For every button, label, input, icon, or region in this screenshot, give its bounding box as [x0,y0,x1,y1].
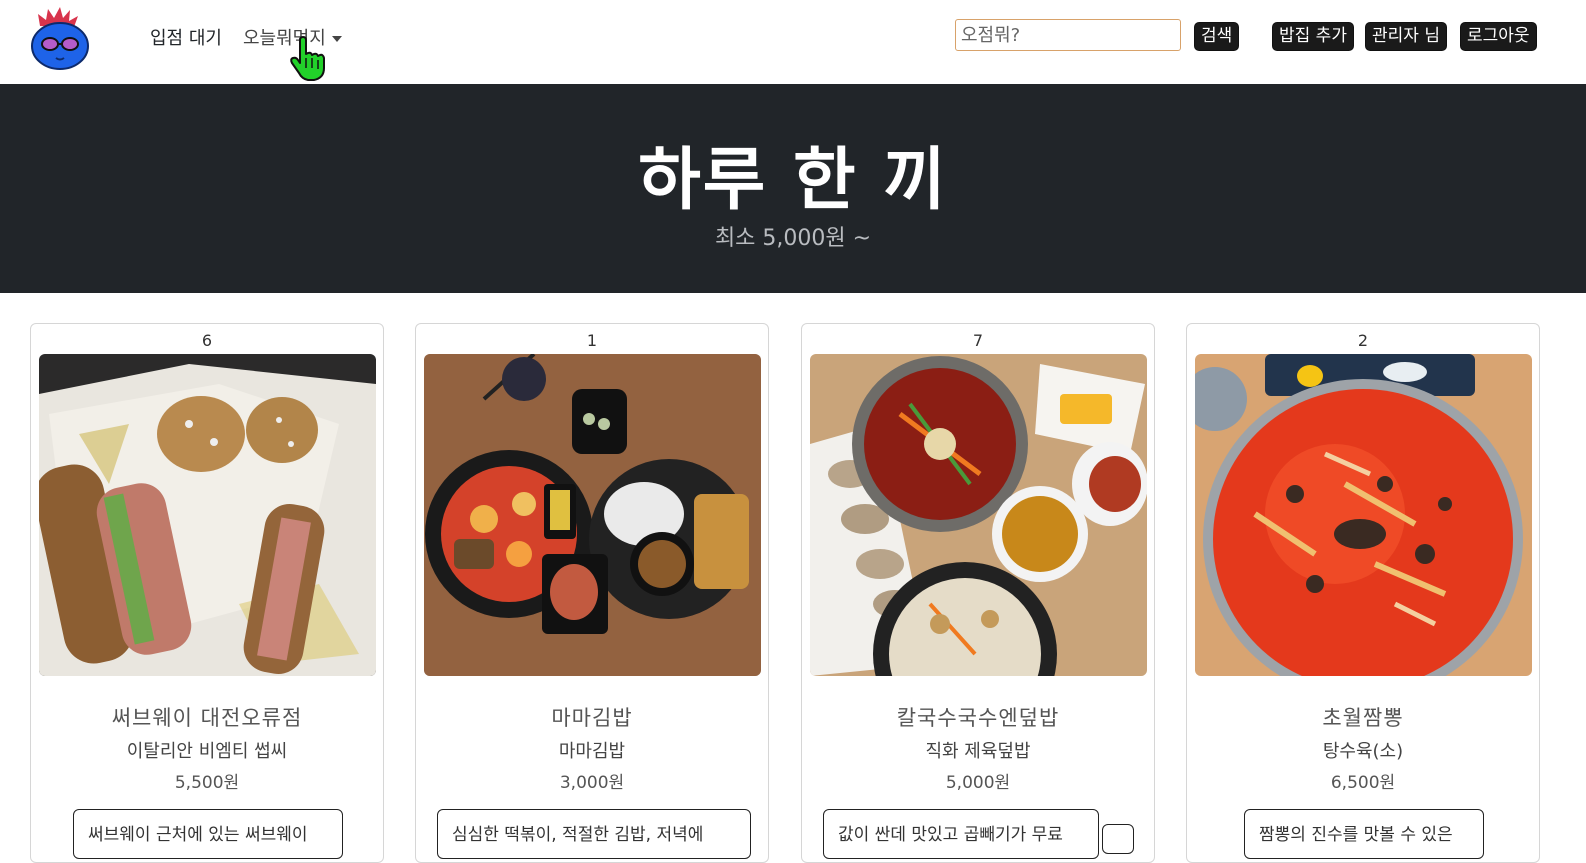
caret-down-icon [331,36,342,42]
card-rank: 1 [586,331,598,350]
menu-price: 6,500원 [1330,773,1396,793]
admin-button[interactable]: 관리자 님 [1365,22,1447,51]
food-photo-jjamppong[interactable] [1195,354,1532,676]
review-button[interactable]: 써브웨이 근처에 있는 써브웨이 [73,809,343,859]
card-rank: 2 [1357,331,1369,350]
card-rank: 6 [201,331,213,350]
menu-price: 5,500원 [174,773,240,793]
card-rank: 7 [972,331,984,350]
logout-button[interactable]: 로그아웃 [1460,22,1537,51]
food-photo-bunsik[interactable] [424,354,761,676]
menu-price: 5,000원 [945,773,1011,793]
restaurant-name: 칼국수국수엔덮밥 [896,706,1060,730]
review-button[interactable]: 짬뽕의 진수를 맛볼 수 있은 [1244,809,1484,859]
logo-mascot-icon[interactable] [28,6,92,70]
menu-name: 마마김밥 [558,741,626,762]
hero-banner: 하루 한 끼 최소 5,000원 ~ [0,84,1586,293]
restaurant-card[interactable]: 2 초월짬뽕 탕수육(소) 6,500원 짬뽕의 진수를 맛볼 수 있은 [1186,323,1540,863]
restaurant-name: 마마김밥 [551,706,633,730]
hero-title: 하루 한 끼 [638,141,948,220]
search-button[interactable]: 검색 [1194,22,1240,51]
menu-price: 3,000원 [559,773,625,793]
menu-name: 직화 제육덮밥 [925,741,1031,762]
restaurant-name: 써브웨이 대전오류점 [111,706,303,730]
review-button[interactable]: 값이 싼데 맛있고 곱빼기가 무료 [823,809,1099,859]
restaurant-card[interactable]: 6 써브웨이 대전오류점 이탈리안 비엠티 썹씨 5,500원 써브웨이 근처에… [30,323,384,863]
review-button[interactable]: 심심한 떡볶이, 적절한 김밥, 저녁에 [437,809,751,859]
restaurant-name: 초월짬뽕 [1322,706,1404,730]
search-input[interactable] [955,19,1181,51]
nav-link-pending[interactable]: 입점 대기 [150,24,222,50]
more-button[interactable] [1102,824,1134,854]
menu-name: 이탈리안 비엠티 썹씨 [126,741,288,762]
hand-pointer-cursor-icon [286,36,332,82]
menu-name: 탕수육(소) [1322,741,1404,762]
restaurant-card[interactable]: 7 칼국수국수엔덮밥 직화 제육덮밥 5,000원 값이 싼데 맛있고 곱빼기가… [801,323,1155,863]
food-photo-noodles[interactable] [810,354,1147,676]
top-navbar: 입점 대기 오늘뭐먹지 검색 밥집 추가 관리자 님 로그아웃 [0,0,1586,84]
add-restaurant-button[interactable]: 밥집 추가 [1272,22,1354,51]
restaurant-card[interactable]: 1 마마김밥 마마김밥 3,000원 심심한 떡볶이, 적절한 김밥, 저녁에 [415,323,769,863]
food-photo-sandwich[interactable] [39,354,376,676]
hero-subtitle: 최소 5,000원 ~ [714,226,872,251]
